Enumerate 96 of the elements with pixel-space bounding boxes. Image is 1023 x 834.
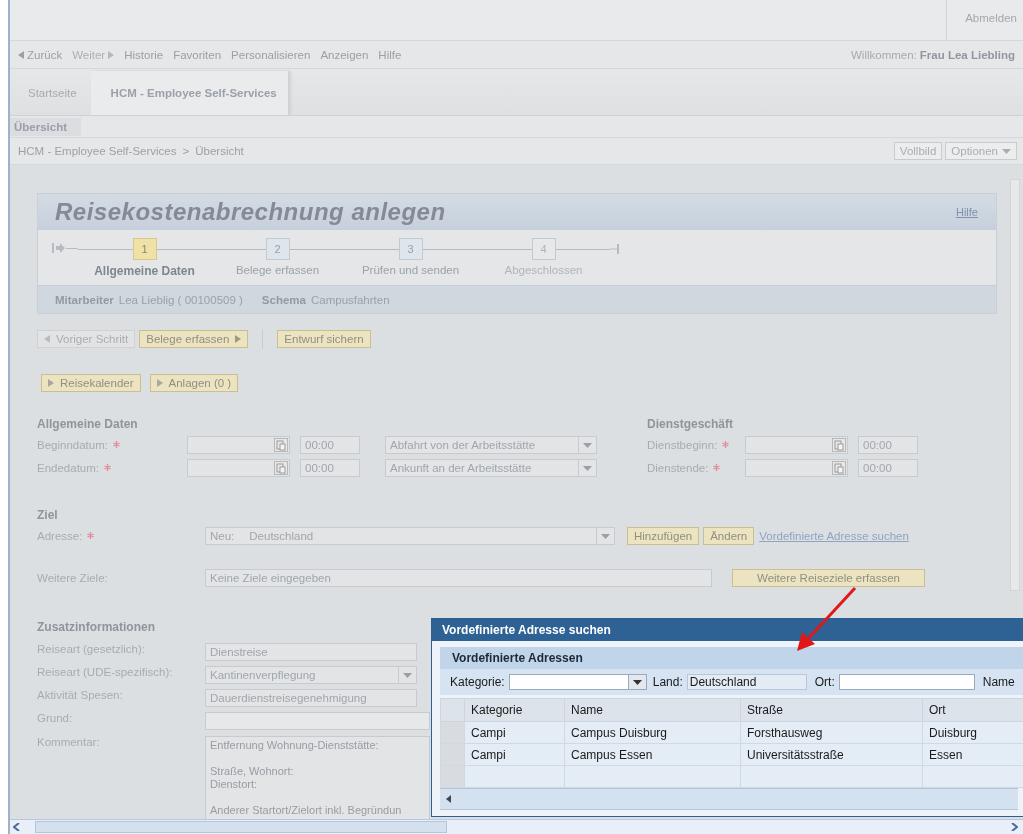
section-heading: Allgemeine Daten xyxy=(37,417,138,431)
table-cell: Universitätsstraße xyxy=(740,743,923,766)
table-cell: Forsthausweg xyxy=(740,721,923,744)
destinations-field: Keine Ziele eingegeben xyxy=(205,569,712,587)
dropdown-field[interactable]: Abfahrt von der Arbeitsstätte xyxy=(385,436,597,454)
expand-button[interactable]: Anlagen (0 ) xyxy=(149,374,239,392)
comment-field[interactable]: Entfernung Wohnung-Dienststätte: Straße, Wohnort: Dienstort: Anderer Startort/Zielort inkl. Begründun xyxy=(205,736,430,819)
nav-link[interactable]: Zurück xyxy=(18,48,63,61)
row-selector[interactable] xyxy=(440,721,465,744)
column-header: Ort xyxy=(922,698,1023,722)
tab[interactable]: HCM - Employee Self-Services xyxy=(90,71,289,115)
dropdown-field[interactable]: Ankunft an der Arbeitsstätte xyxy=(385,459,597,477)
date-field[interactable] xyxy=(187,459,290,477)
info-label: Schema xyxy=(261,293,306,306)
action-button[interactable]: Ändern xyxy=(703,527,755,545)
info-label: Mitarbeiter xyxy=(55,293,114,306)
subtab[interactable]: Übersicht xyxy=(10,117,82,136)
dropdown-arrow-icon xyxy=(583,442,592,448)
section-heading: Ziel xyxy=(37,508,58,522)
page-button[interactable]: Vollbild xyxy=(893,142,943,160)
column-header: Kategorie xyxy=(464,698,565,722)
left-triangle-icon xyxy=(44,335,50,343)
time-field[interactable]: 00:00 xyxy=(858,459,918,477)
table-cell: Campi xyxy=(464,721,565,744)
step-button[interactable]: Belege erfassen xyxy=(139,330,249,348)
right-triangle-icon xyxy=(235,335,242,343)
step-button[interactable]: Entwurf sichern xyxy=(277,330,371,348)
step-number[interactable]: 3 xyxy=(398,238,423,260)
right-triangle-icon xyxy=(156,379,163,387)
calendar-icon xyxy=(274,461,288,475)
step-label: Belege erfassen xyxy=(235,264,320,276)
section-heading: Zusatzinformationen xyxy=(37,620,155,634)
right-triangle-icon xyxy=(48,379,54,387)
date-field[interactable] xyxy=(187,436,290,454)
add-destinations-button[interactable]: Weitere Reiseziele erfassen xyxy=(732,569,925,587)
time-field[interactable]: 00:00 xyxy=(858,436,918,454)
breadcrumb-link[interactable]: HCM - Employee Self-Services xyxy=(18,145,177,157)
dropdown-arrow-icon xyxy=(403,672,412,678)
input-field[interactable] xyxy=(838,674,975,690)
input-field[interactable] xyxy=(205,712,430,730)
dialog-title: Vordefinierte Adresse suchen xyxy=(432,619,1023,641)
step-label: Prüfen und senden xyxy=(361,264,460,276)
step-label: Allgemeine Daten xyxy=(94,264,195,278)
action-button[interactable]: Hinzufügen xyxy=(627,527,700,545)
dropdown-arrow-icon xyxy=(632,679,642,685)
time-field[interactable]: 00:00 xyxy=(300,459,360,477)
category-dropdown[interactable] xyxy=(508,674,647,690)
country-field: Deutschland xyxy=(686,674,807,690)
calendar-icon xyxy=(274,438,288,452)
column-header: Name xyxy=(564,698,741,722)
left-arrow-icon xyxy=(445,795,453,803)
filter-label: Name xyxy=(982,675,1015,689)
column-header: Straße xyxy=(740,698,923,722)
time-field[interactable]: 00:00 xyxy=(300,436,360,454)
dropdown-arrow-icon xyxy=(1002,148,1011,154)
right-triangle-icon xyxy=(108,50,115,59)
table-cell: Campus Duisburg xyxy=(564,721,741,744)
nav-link[interactable]: Favoriten xyxy=(173,48,222,61)
panel-title: Vordefinierte Adressen xyxy=(440,647,1023,669)
tab[interactable]: Startseite xyxy=(14,71,91,115)
filter-label: Kategorie: xyxy=(450,675,505,689)
breadcrumb-link[interactable]: Übersicht xyxy=(195,145,244,157)
dropdown-field[interactable]: Kantinenverpflegung xyxy=(205,666,417,684)
readonly-field: Dienstreise xyxy=(205,643,417,661)
table-cell: Campi xyxy=(464,743,565,766)
nav-link[interactable]: Historie xyxy=(124,48,164,61)
menu-button[interactable]: Optionen xyxy=(945,142,1017,160)
calendar-icon xyxy=(832,461,846,475)
user-name: Frau Lea Liebling xyxy=(919,48,1015,61)
nav-link[interactable]: Anzeigen xyxy=(320,48,369,61)
search-link[interactable]: Vordefinierte Adresse suchen xyxy=(759,530,909,542)
logout-link[interactable]: Abmelden xyxy=(946,0,1023,40)
welcome-label: Willkommen: xyxy=(850,48,917,61)
step-number[interactable]: 1 xyxy=(132,238,157,260)
section-heading: Dienstgeschäft xyxy=(647,417,734,431)
readonly-field: Dauerdienstreisegenehmigung xyxy=(205,689,417,707)
page-title: Reisekostenabrechnung anlegen xyxy=(55,198,446,226)
row-selector[interactable] xyxy=(440,743,465,766)
nav-link[interactable]: Hilfe xyxy=(378,48,402,61)
table-cell: Campus Essen xyxy=(564,743,741,766)
filter-label: Land: xyxy=(652,675,683,689)
address-dropdown[interactable]: Neu: Deutschland xyxy=(205,527,615,545)
dropdown-arrow-icon xyxy=(583,465,592,471)
date-field[interactable] xyxy=(745,459,848,477)
left-triangle-icon xyxy=(18,50,24,59)
step-number[interactable]: 2 xyxy=(265,238,290,260)
annotation-arrow xyxy=(797,587,857,651)
date-field[interactable] xyxy=(745,436,848,454)
dropdown-arrow-icon xyxy=(601,533,610,539)
nav-link[interactable]: Personalisieren xyxy=(231,48,311,61)
calendar-icon xyxy=(832,438,846,452)
help-link[interactable]: Hilfe xyxy=(956,206,978,218)
breadcrumb-separator: > xyxy=(182,145,190,157)
expand-button[interactable]: Reisekalender xyxy=(41,374,141,392)
row-selector[interactable] xyxy=(440,765,465,788)
filter-label: Ort: xyxy=(814,675,835,689)
